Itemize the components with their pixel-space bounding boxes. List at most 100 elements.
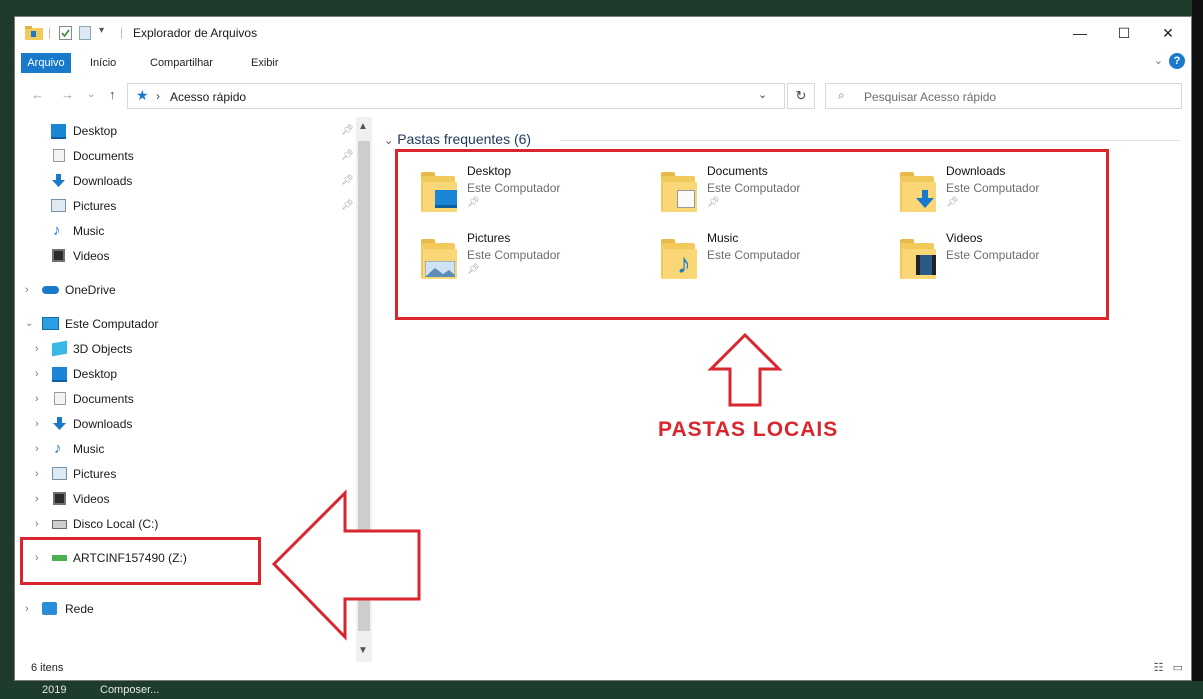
help-icon[interactable]: ? <box>1169 53 1185 69</box>
computer-icon <box>42 317 59 330</box>
up-arrow-annotation-icon <box>707 332 783 407</box>
nav-item-3d-objects[interactable]: › 3D Objects <box>35 339 345 359</box>
onedrive-cloud-icon <box>42 286 59 294</box>
nav-item-label: Disco Local (C:) <box>73 517 159 531</box>
nav-item-label: Desktop <box>73 124 118 138</box>
expand-chevron-icon[interactable]: › <box>35 414 39 434</box>
new-folder-icon[interactable] <box>79 26 91 40</box>
nav-item-label: Rede <box>65 602 94 616</box>
taskbar-item-composer[interactable]: Composer... <box>100 684 159 696</box>
tab-arquivo[interactable]: Arquivo <box>21 53 71 73</box>
breadcrumb-acesso-rapido[interactable]: Acesso rápido <box>170 90 246 104</box>
nav-item-label: Documents <box>73 392 134 406</box>
desktop-background-top <box>0 0 1203 16</box>
nav-item-label: Downloads <box>73 417 133 431</box>
navigation-bar: ← → ⌄ ↑ ★ › Acesso rápido ⌄ ↻ ⌕ Pesquisa… <box>15 81 1191 111</box>
large-icons-view-icon[interactable]: ▭ <box>1173 662 1183 674</box>
tab-exibir[interactable]: Exibir <box>251 53 279 73</box>
up-button[interactable]: ↑ <box>109 87 116 102</box>
minimize-button[interactable]: — <box>1059 21 1101 45</box>
pin-icon[interactable]: 📌︎ <box>341 125 354 136</box>
back-button[interactable]: ← <box>31 87 44 102</box>
documents-icon <box>54 392 66 405</box>
pin-icon[interactable]: 📌︎ <box>341 175 354 186</box>
expand-chevron-icon[interactable]: › <box>35 464 39 484</box>
documents-icon <box>53 149 65 162</box>
tab-inicio[interactable]: Início <box>90 53 116 73</box>
file-explorer-window: | ▾ | Explorador de Arquivos — ☐ ✕ Arqui… <box>14 16 1192 681</box>
maximize-button[interactable]: ☐ <box>1103 21 1145 45</box>
expand-chevron-icon[interactable]: › <box>25 599 29 619</box>
nav-item-label: Pictures <box>73 467 117 481</box>
nav-item-pc-music[interactable]: › ♪ Music <box>35 439 345 459</box>
videos-icon <box>53 492 66 505</box>
scroll-down-icon[interactable]: ▼ <box>358 645 368 656</box>
nav-item-label: Desktop <box>73 367 118 381</box>
expand-ribbon-icon[interactable]: ⌄ <box>1154 54 1163 67</box>
videos-icon <box>52 249 65 262</box>
nav-item-label: OneDrive <box>65 283 116 297</box>
close-button[interactable]: ✕ <box>1147 21 1189 45</box>
tab-compartilhar[interactable]: Compartilhar <box>150 53 213 73</box>
address-dropdown-icon[interactable]: ⌄ <box>758 88 767 101</box>
pastas-locais-label: PASTAS LOCAIS <box>658 418 839 441</box>
network-icon <box>42 602 57 615</box>
search-box[interactable]: ⌕ Pesquisar Acesso rápido <box>825 83 1182 109</box>
details-view-icon[interactable]: ☷ <box>1154 662 1164 674</box>
nav-item-label: Este Computador <box>65 317 159 331</box>
forward-button[interactable]: → <box>61 87 74 102</box>
nav-item-pc-documents[interactable]: › Documents <box>35 389 345 409</box>
expand-chevron-icon[interactable]: › <box>35 514 39 534</box>
expand-chevron-icon[interactable]: › <box>35 439 39 459</box>
pin-icon[interactable]: 📌︎ <box>341 200 354 211</box>
group-header-frequent-folders[interactable]: ⌄ Pastas frequentes (6) <box>384 131 531 147</box>
breadcrumb-separator[interactable]: › <box>156 89 160 103</box>
address-bar[interactable]: ★ › Acesso rápido ⌄ <box>127 83 785 109</box>
3d-objects-icon <box>52 340 67 357</box>
taskbar-item-2019[interactable]: 2019 <box>42 684 66 696</box>
collapse-group-icon[interactable]: ⌄ <box>384 135 393 147</box>
expand-chevron-icon[interactable]: › <box>35 489 39 509</box>
nav-item-pc-downloads[interactable]: › Downloads <box>35 414 345 434</box>
customize-toolbar-icon[interactable]: ▾ <box>99 25 104 36</box>
properties-icon[interactable] <box>59 26 72 40</box>
nav-item-label: Music <box>73 224 105 238</box>
downloads-icon <box>52 174 65 187</box>
nav-item-desktop[interactable]: Desktop <box>51 121 351 141</box>
desktop-icon <box>51 124 66 139</box>
recent-locations-button[interactable]: ⌄ <box>87 89 95 100</box>
nav-item-documents[interactable]: Documents <box>51 146 351 166</box>
search-icon: ⌕ <box>838 88 845 102</box>
scroll-up-icon[interactable]: ▲ <box>358 121 368 132</box>
downloads-icon <box>53 417 66 430</box>
nav-item-downloads[interactable]: Downloads <box>51 171 351 191</box>
nav-item-label: Music <box>73 442 105 456</box>
status-item-count: 6 itens <box>31 662 64 674</box>
title-bar: | ▾ | Explorador de Arquivos — ☐ ✕ <box>15 17 1191 49</box>
refresh-button[interactable]: ↻ <box>787 83 815 109</box>
collapse-chevron-icon[interactable]: ⌄ <box>25 314 33 334</box>
nav-item-este-computador[interactable]: ⌄ Este Computador <box>25 314 345 334</box>
search-placeholder[interactable]: Pesquisar Acesso rápido <box>864 90 996 104</box>
expand-chevron-icon[interactable]: › <box>35 364 39 384</box>
expand-chevron-icon[interactable]: › <box>35 339 39 359</box>
expand-chevron-icon[interactable]: › <box>25 280 29 300</box>
quick-access-star-icon: ★ <box>136 87 149 103</box>
nav-item-music[interactable]: ♪ Music <box>51 221 351 241</box>
music-icon: ♪ <box>54 440 62 457</box>
expand-chevron-icon[interactable]: › <box>35 389 39 409</box>
music-icon: ♪ <box>53 222 61 239</box>
title-separator: | <box>48 25 52 39</box>
desktop-icon <box>52 367 67 382</box>
folder-app-icon <box>25 26 43 40</box>
nav-item-label: 3D Objects <box>73 342 133 356</box>
group-divider <box>560 140 1180 141</box>
nav-item-pc-pictures[interactable]: › Pictures <box>35 464 345 484</box>
pin-icon[interactable]: 📌︎ <box>341 150 354 161</box>
nav-item-pictures[interactable]: Pictures <box>51 196 351 216</box>
nav-item-label: Downloads <box>73 174 133 188</box>
taskbar: 2019 Composer... <box>0 681 1203 699</box>
nav-item-pc-desktop[interactable]: › Desktop <box>35 364 345 384</box>
nav-item-videos[interactable]: Videos <box>51 246 351 266</box>
nav-item-onedrive[interactable]: › OneDrive <box>25 280 345 300</box>
